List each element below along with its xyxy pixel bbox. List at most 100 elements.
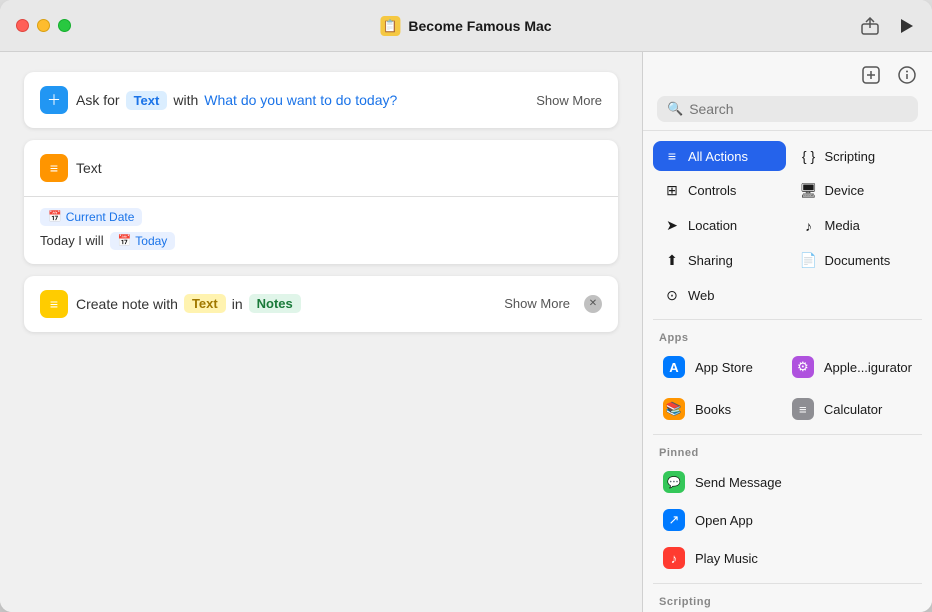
sharing-label: Sharing	[688, 253, 733, 268]
sidebar-item-open-app[interactable]: ↗ Open App	[653, 501, 922, 539]
separator-1	[653, 319, 922, 320]
ask-for-text-token[interactable]: Text	[126, 91, 168, 110]
calculator-label: Calculator	[824, 402, 883, 417]
send-message-label: Send Message	[695, 475, 782, 490]
create-note-show-more[interactable]: Show More	[504, 296, 570, 311]
sidebar-item-device[interactable]: 🖥 Device	[790, 175, 923, 206]
create-note-label-row: Create note with Text in Notes	[76, 294, 496, 313]
today-label: Today	[135, 234, 167, 248]
create-note-in: in	[232, 296, 243, 312]
play-music-label: Play Music	[695, 551, 758, 566]
sidebar-item-apple-configurator[interactable]: ⚙ Apple...igurator	[782, 348, 922, 386]
scripting-section-label: Scripting	[653, 590, 922, 612]
titlebar: 📋 Become Famous Mac	[0, 0, 932, 52]
open-app-icon: ↗	[663, 509, 685, 531]
sidebar-info-button[interactable]	[896, 64, 918, 86]
books-label: Books	[695, 402, 731, 417]
separator-3	[653, 583, 922, 584]
pinned-section-label: Pinned	[653, 441, 922, 463]
text-card: ≡ Text 📅 Current Date Today I will 📅	[24, 140, 618, 264]
search-input[interactable]	[689, 101, 908, 117]
ask-for-header: ＋ Ask for Text with What do you want to …	[24, 72, 618, 128]
text-header: ≡ Text	[24, 140, 618, 196]
sidebar-header: 🔍	[643, 52, 932, 131]
current-date-label: Current Date	[66, 210, 135, 224]
media-label: Media	[825, 218, 860, 233]
documents-icon: 📄	[800, 252, 818, 269]
open-app-label: Open App	[695, 513, 753, 528]
ask-for-show-more[interactable]: Show More	[536, 93, 602, 108]
all-actions-icon: ≡	[663, 148, 681, 164]
create-note-icon: ≡	[40, 290, 68, 318]
create-note-close[interactable]: ✕	[584, 295, 602, 313]
device-label: Device	[825, 183, 865, 198]
sidebar-item-send-message[interactable]: 💬 Send Message	[653, 463, 922, 501]
text-label: Text	[76, 160, 102, 176]
sidebar-item-play-music[interactable]: ♪ Play Music	[653, 539, 922, 577]
window-title: 📋 Become Famous Mac	[380, 16, 551, 36]
web-label: Web	[688, 288, 715, 303]
category-grid: ≡ All Actions { } Scripting ⊞ Controls 🖥…	[653, 141, 922, 311]
web-icon: ⊙	[663, 287, 681, 304]
ask-for-prefix: Ask for	[76, 92, 120, 108]
play-button[interactable]	[896, 16, 916, 36]
ask-for-with: with	[173, 92, 198, 108]
ask-for-icon: ＋	[40, 86, 68, 114]
create-note-notes-token[interactable]: Notes	[249, 294, 301, 313]
books-icon: 📚	[663, 398, 685, 420]
sidebar-item-app-store[interactable]: A App Store	[653, 348, 778, 386]
create-note-header: ≡ Create note with Text in Notes Show Mo…	[24, 276, 618, 332]
create-note-card: ≡ Create note with Text in Notes Show Mo…	[24, 276, 618, 332]
apps-grid: A App Store ⚙ Apple...igurator 📚 Books ≡…	[653, 348, 922, 428]
sidebar-item-books[interactable]: 📚 Books	[653, 390, 778, 428]
titlebar-actions	[860, 16, 916, 36]
sidebar-add-button[interactable]	[860, 64, 882, 86]
body-text-content: Today I will	[40, 233, 104, 248]
sidebar-item-sharing[interactable]: ⬆ Sharing	[653, 245, 786, 276]
create-note-prefix: Create note with	[76, 296, 178, 312]
apple-configurator-icon: ⚙	[792, 356, 814, 378]
left-panel: ＋ Ask for Text with What do you want to …	[0, 52, 642, 612]
app-store-label: App Store	[695, 360, 753, 375]
app-store-icon: A	[663, 356, 685, 378]
sidebar-item-location[interactable]: ➤ Location	[653, 210, 786, 241]
location-icon: ➤	[663, 217, 681, 234]
minimize-button[interactable]	[37, 19, 50, 32]
current-date-badge[interactable]: 📅 Current Date	[40, 208, 142, 226]
sidebar-item-documents[interactable]: 📄 Documents	[790, 245, 923, 276]
search-bar[interactable]: 🔍	[657, 96, 918, 122]
ask-for-prompt[interactable]: What do you want to do today?	[204, 92, 397, 108]
device-icon: 🖥	[800, 182, 818, 199]
scripting-label: Scripting	[825, 149, 876, 164]
scripting-icon: { }	[800, 148, 818, 164]
sidebar-item-all-actions[interactable]: ≡ All Actions	[653, 141, 786, 171]
media-icon: ♪	[800, 218, 818, 234]
sidebar-item-calculator[interactable]: ≡ Calculator	[782, 390, 922, 428]
ask-for-label-row: Ask for Text with What do you want to do…	[76, 91, 528, 110]
create-note-text-token[interactable]: Text	[184, 294, 226, 313]
main-content: ＋ Ask for Text with What do you want to …	[0, 52, 932, 612]
sidebar-item-web[interactable]: ⊙ Web	[653, 280, 786, 311]
right-sidebar: 🔍 ≡ All Actions { } Scripting ⊞	[642, 52, 932, 612]
sidebar-item-media[interactable]: ♪ Media	[790, 210, 923, 241]
search-icon: 🔍	[667, 101, 683, 117]
sidebar-item-controls[interactable]: ⊞ Controls	[653, 175, 786, 206]
app-icon: 📋	[380, 16, 400, 36]
fullscreen-button[interactable]	[58, 19, 71, 32]
today-badge[interactable]: 📅 Today	[110, 232, 176, 250]
share-button[interactable]	[860, 16, 880, 36]
close-button[interactable]	[16, 19, 29, 32]
app-window: 📋 Become Famous Mac	[0, 0, 932, 612]
apple-configurator-label: Apple...igurator	[824, 360, 912, 375]
traffic-lights	[16, 19, 71, 32]
sharing-icon: ⬆	[663, 252, 681, 269]
ask-for-card: ＋ Ask for Text with What do you want to …	[24, 72, 618, 128]
sidebar-item-scripting[interactable]: { } Scripting	[790, 141, 923, 171]
location-label: Location	[688, 218, 737, 233]
controls-label: Controls	[688, 183, 736, 198]
sidebar-top-icons	[657, 64, 918, 86]
sidebar-scroll: ≡ All Actions { } Scripting ⊞ Controls 🖥…	[643, 131, 932, 612]
calculator-icon: ≡	[792, 398, 814, 420]
documents-label: Documents	[825, 253, 891, 268]
play-music-icon: ♪	[663, 547, 685, 569]
